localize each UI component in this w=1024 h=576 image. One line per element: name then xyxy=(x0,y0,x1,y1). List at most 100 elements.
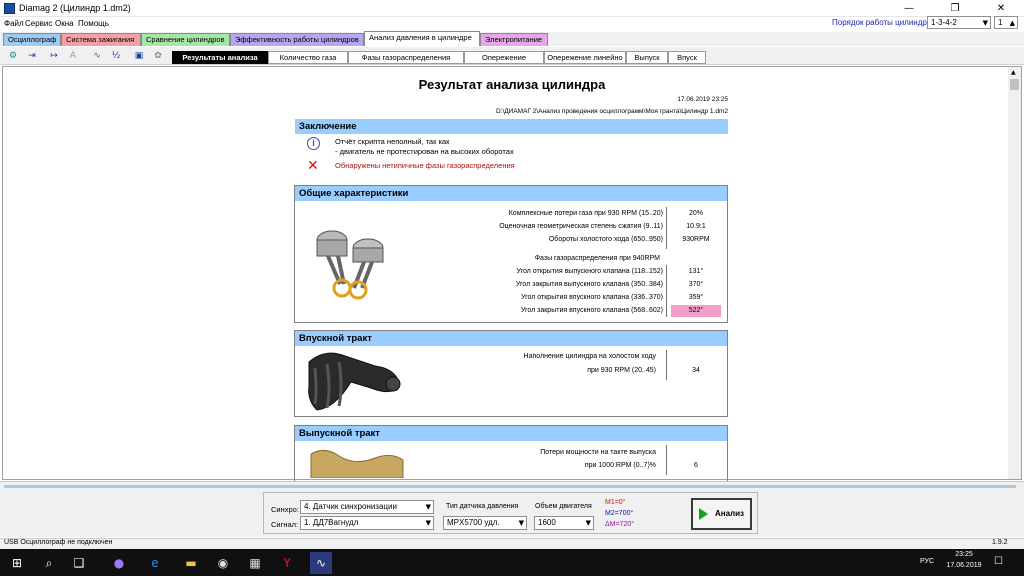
exhaust-line-1: Потери мощности на такте выпуска xyxy=(540,449,656,456)
cylinder-order-value: 1-3-4-2 xyxy=(931,18,957,27)
intake-line-1: Наполнение цилиндра на холостом ходу xyxy=(523,353,656,360)
menu-windows[interactable]: Окна xyxy=(55,19,74,28)
report-title: Результат анализа цилиндра xyxy=(418,77,606,92)
play-icon xyxy=(699,508,708,520)
cylinder-spinner[interactable]: 1 ▲ xyxy=(994,16,1018,29)
status-bar xyxy=(0,538,1024,549)
cylinder-spinner-value: 1 xyxy=(998,18,1003,27)
tab-oscilloscope[interactable]: Осциллограф xyxy=(3,33,61,46)
intake-value: 34 xyxy=(692,367,700,374)
phase-row-label: Угол открытия впускного клапана (336..37… xyxy=(521,294,663,301)
menu-file[interactable]: Файл xyxy=(4,19,24,28)
text-tool-icon[interactable]: A xyxy=(65,49,81,63)
clock-time[interactable]: 23:25 xyxy=(945,551,983,558)
marker-m1: M1=0° xyxy=(605,499,626,506)
task-view-icon[interactable]: ❑ xyxy=(68,552,90,574)
engine-volume-select[interactable]: 1600 ▼ xyxy=(534,516,594,530)
alg-icon[interactable]: ½ xyxy=(108,49,124,63)
chevron-down-icon: ▼ xyxy=(585,519,591,527)
general-row-value: 20% xyxy=(688,210,703,217)
chevron-down-icon: ▼ xyxy=(425,519,431,527)
save-icon[interactable]: ▣ xyxy=(131,49,147,63)
sensor-label: Тип датчика давления xyxy=(446,503,519,510)
general-row-value: 10.9:1 xyxy=(686,223,706,230)
phase-row-label: Угол открытия выпускного клапана (118..1… xyxy=(516,268,663,275)
minimize-button[interactable]: — xyxy=(886,0,932,17)
menu-help[interactable]: Помощь xyxy=(78,19,109,28)
diamag-icon[interactable]: ∿ xyxy=(310,552,332,574)
report-path: D:\ДИАМАГ 2\Анализ проведения осциллогра… xyxy=(495,108,728,115)
wave-icon[interactable]: ∿ xyxy=(89,49,105,63)
phase-row-label: Угол закрытия впускного клапана (568..60… xyxy=(520,307,663,314)
language-indicator[interactable]: РУС xyxy=(920,558,934,565)
sensor-select[interactable]: MPX5700 удл. ▼ xyxy=(443,516,527,530)
clock-date[interactable]: 17.06.2019 xyxy=(945,562,983,569)
explorer-icon[interactable]: ▬ xyxy=(180,552,202,574)
subtab-advance[interactable]: Опережение xyxy=(464,51,544,64)
tab-cylinder-compare[interactable]: Сравнение цилиндров xyxy=(141,33,230,46)
status-text: USB Осциллограф не подключен xyxy=(4,539,113,546)
sync-icon[interactable]: ⚙ xyxy=(5,49,21,63)
phase-row-value-warning: 522° xyxy=(671,305,721,317)
title-bar xyxy=(0,0,1024,17)
signal-select[interactable]: 1. ДД7Вагнудл ▼ xyxy=(300,516,434,530)
edge-icon[interactable]: e xyxy=(144,552,166,574)
phase-row-value: 359° xyxy=(688,294,704,301)
yandex-icon[interactable]: Y xyxy=(276,552,298,574)
general-header: Общие характеристики xyxy=(295,186,727,201)
cylinder-order-select[interactable]: 1-3-4-2 ▼ xyxy=(927,16,991,29)
info-icon: i xyxy=(307,137,320,150)
maximize-button[interactable]: ❐ xyxy=(932,0,978,17)
auto-icon[interactable]: ↦ xyxy=(46,49,62,63)
subtab-results[interactable]: Результаты анализа xyxy=(172,51,268,64)
close-button[interactable]: ✕ xyxy=(978,0,1024,17)
start-icon[interactable]: ⊞ xyxy=(6,552,28,574)
intake-line-2: при 930 RPM (20..45) xyxy=(587,367,656,374)
general-row-value: 930RPM xyxy=(682,236,710,243)
settings-icon[interactable]: ✿ xyxy=(150,49,166,63)
subtab-exhaust[interactable]: Выпуск xyxy=(626,51,668,64)
marker-m2: M2=700° xyxy=(605,510,634,517)
chevron-down-icon: ▼ xyxy=(518,519,524,527)
exhaust-value: 6 xyxy=(694,462,698,469)
subtab-intake[interactable]: Впуск xyxy=(668,51,706,64)
vertical-scrollbar[interactable] xyxy=(1008,67,1021,479)
phases-divider xyxy=(666,265,667,317)
window-title: Diamag 2 (Цилиндр 1.dm2) xyxy=(19,3,131,13)
phase-row-value: 131° xyxy=(688,268,704,275)
info-line-2: - двигатель не протестирован на высоких … xyxy=(335,147,514,156)
tab-pressure-analysis[interactable]: Анализ давления в цилиндре xyxy=(364,31,480,46)
menu-service[interactable]: Сервис xyxy=(25,19,52,28)
info-line-1: Отчёт скрипта неполный, так как xyxy=(335,137,450,146)
subtab-gas-amount[interactable]: Количество газа xyxy=(268,51,348,64)
scroll-up-icon[interactable]: ▲ xyxy=(1011,69,1016,76)
notification-icon[interactable]: ☐ xyxy=(994,556,1003,567)
splitter[interactable] xyxy=(4,485,1016,488)
sync-label: Синхро: xyxy=(271,505,299,514)
subtab-advance-linear[interactable]: Опережение линейно xyxy=(544,51,626,64)
subtab-valve-timing[interactable]: Фазы газораспределения xyxy=(348,51,464,64)
sync-select[interactable]: 4. Датчик синхронизации ▼ xyxy=(300,500,434,514)
assistant-icon[interactable]: ● xyxy=(108,552,130,574)
general-divider xyxy=(666,207,667,249)
general-row-label: Комплексные потери газа при 930 RPM (15.… xyxy=(508,210,663,217)
tab-ignition[interactable]: Система зажигания xyxy=(61,33,141,46)
general-row-label: Обороты холостого хода (650..950) xyxy=(548,236,663,243)
tab-power-supply[interactable]: Электропитание xyxy=(480,33,548,46)
chrome-icon[interactable]: ◉ xyxy=(212,552,234,574)
search-icon[interactable]: ⌕ xyxy=(38,552,60,574)
exhaust-divider xyxy=(666,445,667,475)
sync-select-value: 4. Датчик синхронизации xyxy=(304,502,397,511)
arrow-right-icon[interactable]: ⇥ xyxy=(24,49,40,63)
chevron-down-icon: ▼ xyxy=(425,503,431,511)
app-icon xyxy=(4,3,15,14)
analyze-button[interactable]: Анализ xyxy=(691,498,752,530)
engine-volume-value: 1600 xyxy=(538,518,556,527)
general-row-label: Оценочная геометрическая степень сжатия … xyxy=(499,223,663,230)
intake-divider xyxy=(666,350,667,380)
phases-title: Фазы газораспределения при 940RPM xyxy=(534,255,660,262)
marker-delta: ΔM=720° xyxy=(605,521,635,528)
tab-cylinder-efficiency[interactable]: Эффективность работы цилиндров xyxy=(230,33,364,46)
error-text: Обнаружены нетипичные фазы газораспредел… xyxy=(335,161,515,170)
calculator-icon[interactable]: ▦ xyxy=(244,552,266,574)
